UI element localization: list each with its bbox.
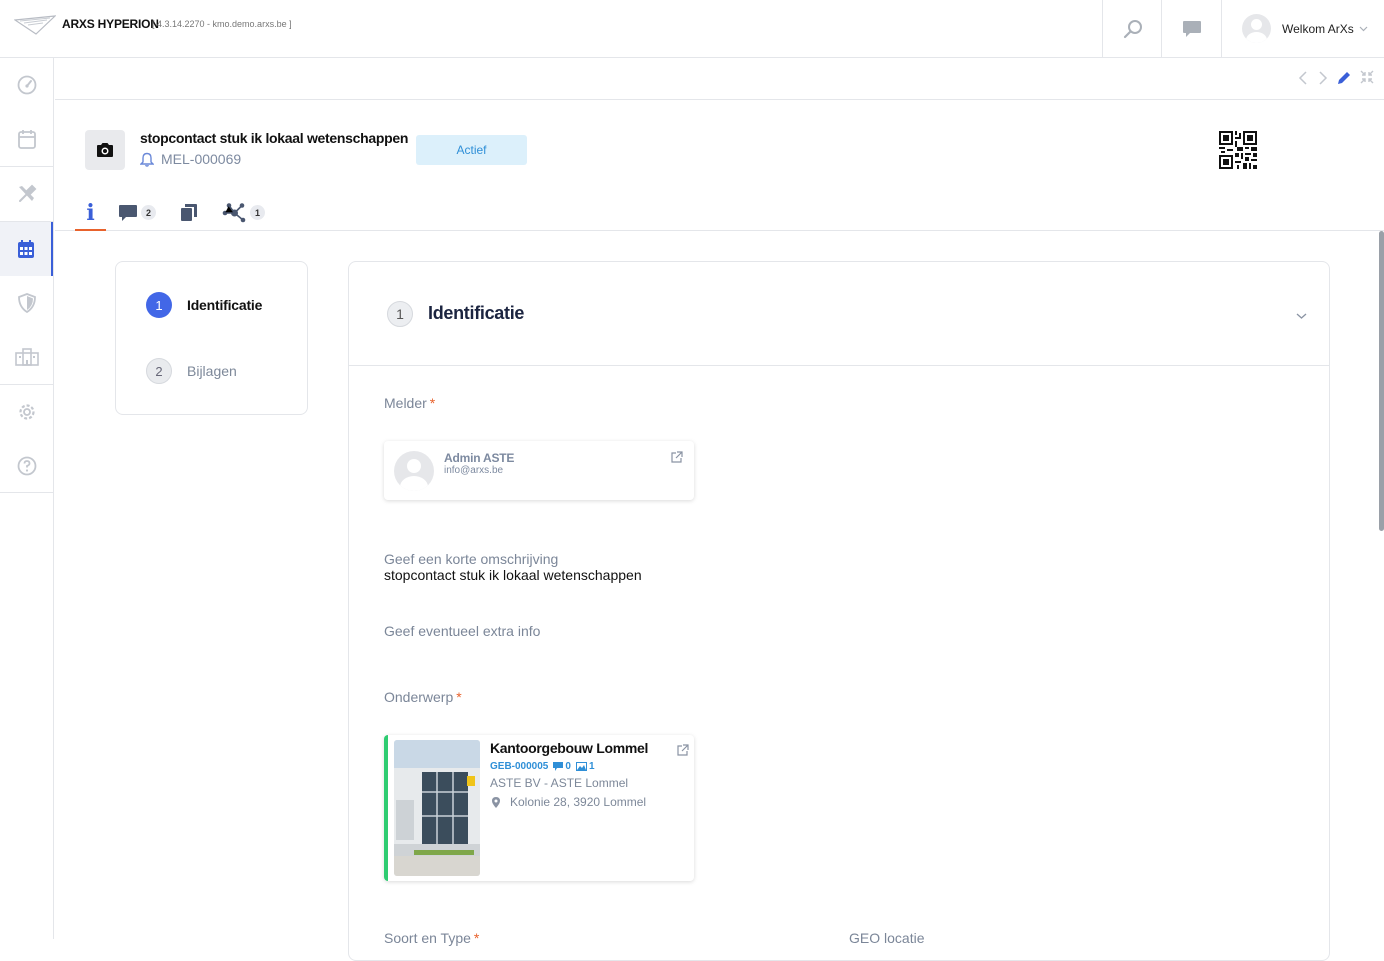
help-icon [17,456,36,476]
avatar [394,451,434,491]
record-code: MEL-000069 [140,151,241,167]
record-title: stopcontact stuk ik lokaal wetenschappen [140,130,409,146]
step-label: Identificatie [187,297,263,313]
sidebar-item-planning[interactable] [0,222,53,276]
calendar-icon [17,130,36,149]
comment-icon [553,762,564,771]
melder-name: Admin ASTE [444,451,515,465]
relations-icon [222,202,246,222]
chevron-down-icon [1359,26,1368,32]
building-images-count: 1 [588,761,595,772]
edit-icon[interactable] [1336,70,1352,86]
dashboard-icon [17,75,36,95]
settings-icon [18,404,35,420]
tab-info[interactable]: i [75,195,106,231]
image-icon [575,762,587,771]
welcome-text: Welkom ArXs [1282,21,1354,36]
description-value[interactable]: stopcontact stuk ik lokaal wetenschappen [384,567,642,583]
avatar [1242,14,1271,43]
record-image-placeholder[interactable] [85,130,125,170]
section-title: Identificatie [428,303,525,323]
top-bar: ARXS HYPERION [ 4.3.14.2270 - kmo.demo.a… [0,0,1384,58]
step-bijlagen[interactable]: 2 Bijlagen [146,358,237,384]
building-company: ASTE BV - ASTE Lommel [490,776,629,790]
step-number: 1 [146,292,172,318]
comments-count-badge: 2 [141,205,156,220]
arxs-logo-icon[interactable] [14,14,56,36]
chevron-right-icon[interactable] [1318,70,1328,86]
sidebar [0,58,54,939]
extra-info-label[interactable]: Geef eventueel extra info [384,623,540,639]
sidebar-item-buildings[interactable] [0,330,53,384]
record-toolbar [55,58,1384,100]
step-label: Bijlagen [187,363,237,379]
steps-panel: 1 Identificatie 2 Bijlagen [115,261,308,415]
building-name: Kantoorgebouw Lommel [490,740,649,756]
sidebar-item-security[interactable] [0,276,53,330]
description-label: Geef een korte omschrijving [384,551,559,567]
building-photo [394,740,480,876]
copy-icon [181,204,197,221]
comments-icon [119,204,137,221]
building-code[interactable]: GEB-000005 [490,761,548,772]
user-menu[interactable]: Welkom ArXs [1221,0,1384,57]
type-label: Soort en Type * [384,930,480,946]
planning-icon [17,240,34,258]
building-icon [14,348,39,366]
search-button[interactable] [1102,0,1162,57]
subject-label: Onderwerp * [384,689,462,705]
sidebar-divider [0,492,53,493]
tools-icon [18,184,36,202]
building-address: Kolonie 28, 3920 Lommel [490,795,646,809]
subject-building-card[interactable]: Kantoorgebouw Lommel GEB-000005 0 1 ASTE… [384,735,694,881]
chevron-down-icon[interactable] [1296,312,1307,320]
tab-documents[interactable] [180,195,198,230]
sidebar-item-calendar[interactable] [0,112,53,166]
app-version: [ 4.3.14.2270 - kmo.demo.arxs.be ] [152,19,292,29]
step-identificatie[interactable]: 1 Identificatie [146,292,262,318]
shield-icon [17,293,36,313]
chevron-left-icon[interactable] [1298,70,1308,86]
section-header[interactable]: 1 Identificatie [349,262,1329,366]
collapse-icon[interactable] [1360,70,1374,84]
section-number: 1 [387,301,413,327]
app-name: ARXS HYPERION [62,17,159,31]
building-meta: GEB-000005 0 1 [490,761,595,772]
record-code-text: MEL-000069 [161,151,242,167]
scrollbar[interactable] [1379,231,1384,531]
melder-card[interactable]: Admin ASTE info@arxs.be [384,441,694,500]
melder-email: info@arxs.be [444,465,504,476]
status-badge[interactable]: Actief [416,135,527,165]
bell-icon [140,152,154,167]
map-pin-icon [492,796,500,808]
relations-count-badge: 1 [250,205,265,220]
external-link-icon[interactable] [676,744,689,757]
external-link-icon[interactable] [670,451,683,464]
sidebar-item-help[interactable] [0,439,53,493]
info-icon: i [86,199,95,226]
search-icon [1123,19,1142,38]
camera-icon [97,143,113,157]
sidebar-item-settings[interactable] [0,385,53,439]
building-address-text: Kolonie 28, 3920 Lommel [510,795,647,809]
geo-location-label: GEO locatie [849,930,925,946]
step-number: 2 [146,358,172,384]
tab-relations[interactable]: 1 [222,195,265,230]
chat-button[interactable] [1161,0,1221,57]
chat-icon [1182,20,1201,37]
sidebar-item-dashboard[interactable] [0,58,53,112]
building-comments-count: 0 [565,761,571,772]
record-tabs: i 2 1 [55,195,1384,231]
qr-code-icon[interactable] [1219,131,1257,169]
melder-label: Melder * [384,395,436,411]
sidebar-item-tools[interactable] [0,167,53,221]
tab-comments[interactable]: 2 [118,195,156,230]
